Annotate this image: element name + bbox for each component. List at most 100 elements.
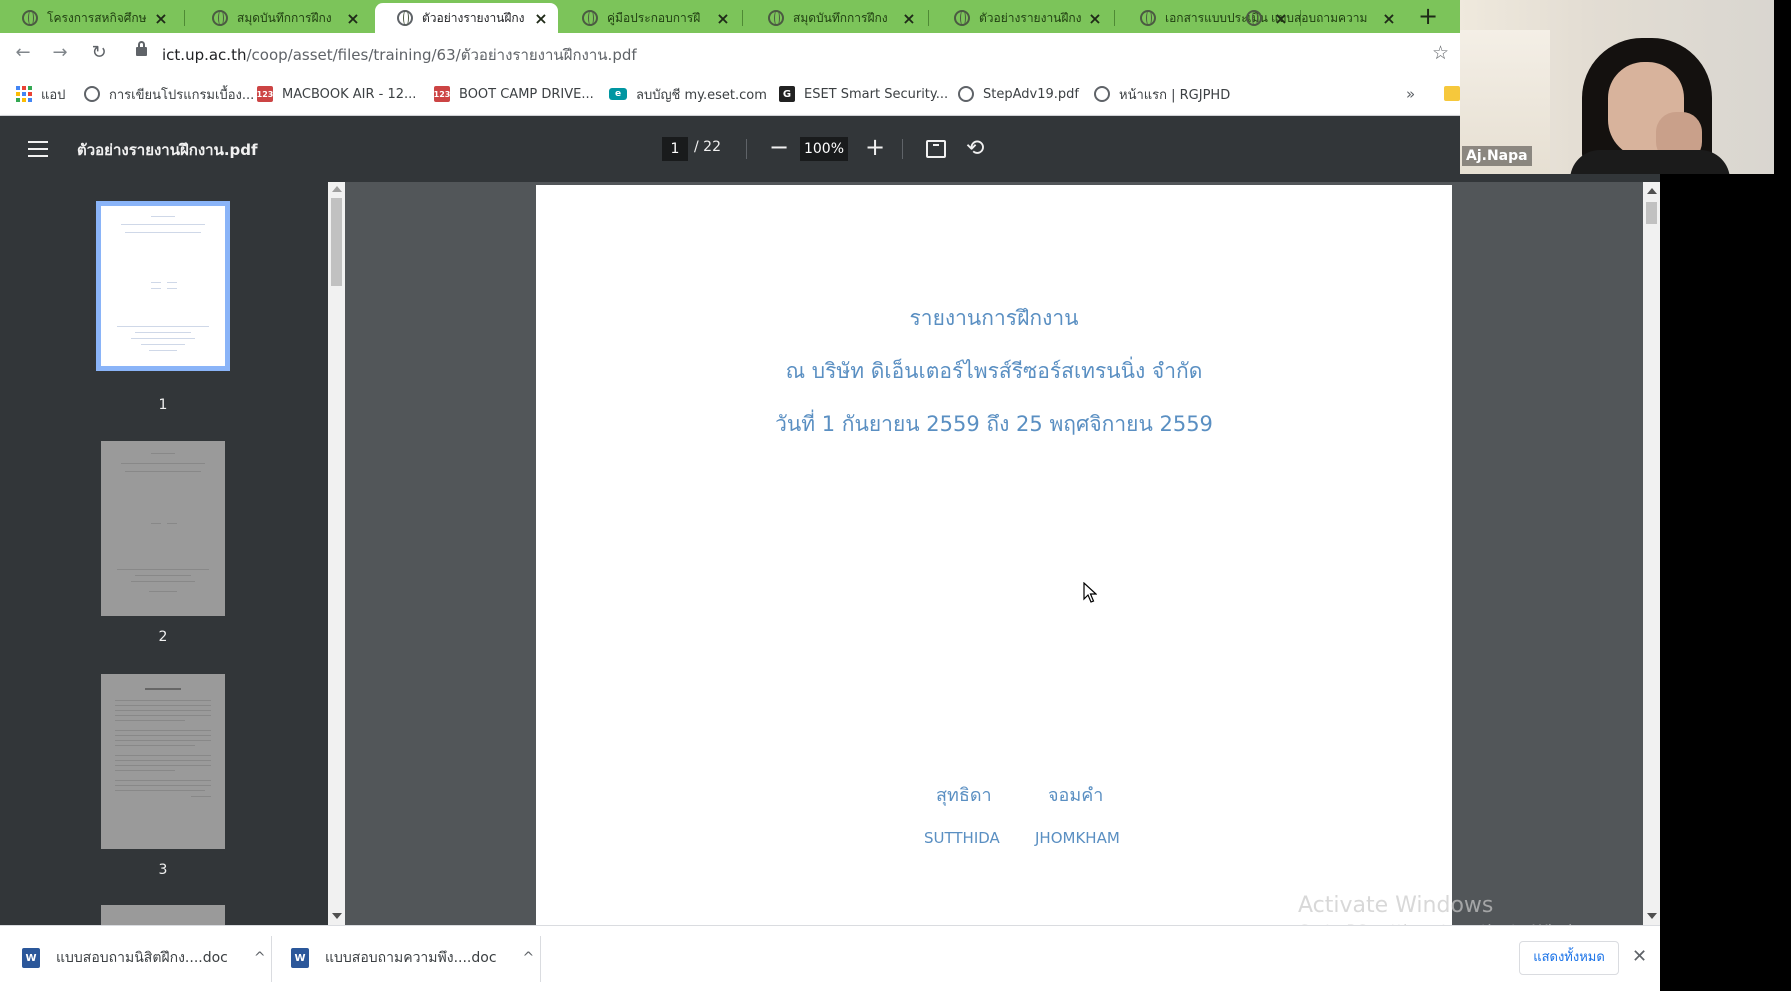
downloads-bar: W แบบสอบถามนิสิตฝึกง....doc ^ W แบบสอบถา… bbox=[0, 925, 1660, 991]
url-host: ict.up.ac.th bbox=[162, 46, 247, 64]
close-downloads-icon[interactable]: ✕ bbox=[1632, 946, 1647, 967]
tab-separator bbox=[184, 10, 185, 26]
thumbnail-number: 2 bbox=[158, 629, 168, 645]
webcam-participant-name: Aj.Napa bbox=[1462, 146, 1532, 166]
company-line: ณ บริษัท ดิเอ็นเตอร์ไพรส์รีซอร์สเทรนนิ่ง… bbox=[785, 359, 1203, 383]
zoom-level-input[interactable]: 100% bbox=[800, 137, 848, 161]
close-icon[interactable]: × bbox=[1088, 9, 1102, 28]
thumbnail-page-2[interactable] bbox=[101, 441, 225, 616]
bookmark-item[interactable]: StepAdv19.pdf bbox=[958, 84, 1079, 104]
activate-windows-watermark: Activate Windows bbox=[1298, 893, 1494, 918]
date-line: วันที่ 1 กันยายน 2559 ถึง 25 พฤศจิกายน 2… bbox=[775, 412, 1213, 436]
mouse-cursor-icon bbox=[1083, 582, 1097, 603]
name-en-first: SUTTHIDA bbox=[924, 829, 1000, 847]
tab-separator bbox=[742, 10, 743, 26]
zoom-out-icon[interactable]: − bbox=[764, 132, 794, 162]
tab-title: ตัวอย่างรายงานฝึกง bbox=[422, 10, 525, 25]
scroll-down-icon[interactable] bbox=[332, 913, 342, 919]
sidebar-scrollbar[interactable] bbox=[328, 182, 345, 925]
page-number-input[interactable]: 1 bbox=[662, 137, 688, 161]
bookmark-item[interactable]: e ลบบัญชี my.eset.com bbox=[609, 84, 767, 104]
toolbar-divider bbox=[902, 139, 903, 159]
chevron-up-icon[interactable]: ^ bbox=[254, 950, 266, 966]
thumbnail-page-3[interactable] bbox=[101, 674, 225, 849]
tab-title: ตัวอย่างรายงานฝึกง bbox=[979, 10, 1082, 25]
pdf-title: ตัวอย่างรายงานฝึกงาน.pdf bbox=[77, 141, 258, 159]
bookmark-apps[interactable]: แอป bbox=[16, 84, 65, 104]
address-toolbar: ← → ↻ ict.up.ac.th/coop/asset/files/trai… bbox=[0, 33, 1460, 73]
tab-4[interactable]: คู่มือประกอบการฝึ × bbox=[560, 3, 740, 33]
bookmark-star-icon[interactable]: ☆ bbox=[1432, 42, 1449, 64]
bookmark-item[interactable]: 123 MACBOOK AIR - 12... bbox=[257, 84, 416, 104]
forward-arrow-icon[interactable]: → bbox=[47, 40, 73, 66]
bookmarks-bar: แอป การเขียนโปรแกรมเบื้อง... 123 MACBOOK… bbox=[0, 73, 1460, 116]
bookmarks-more-button[interactable]: » bbox=[1406, 85, 1415, 103]
tab-title: โครงการสหกิจศึกษ bbox=[47, 10, 147, 25]
scroll-thumb[interactable] bbox=[331, 198, 342, 286]
bookmark-item[interactable]: G ESET Smart Security... bbox=[779, 84, 948, 104]
folder-icon[interactable] bbox=[1444, 86, 1460, 101]
thumbnail-sidebar: 1 2 3 bbox=[0, 182, 328, 925]
download-item-1[interactable]: W แบบสอบถามนิสิตฝึกง....doc ^ bbox=[22, 934, 266, 982]
globe-icon bbox=[397, 10, 413, 26]
name-th-last: จอมคำ bbox=[1048, 785, 1104, 806]
download-item-2[interactable]: W แบบสอบถามความพึง....doc ^ bbox=[291, 934, 534, 982]
tab-3-active[interactable]: ตัวอย่างรายงานฝึกง × bbox=[375, 3, 558, 33]
tab-1[interactable]: โครงการสหกิจศึกษ × bbox=[0, 3, 178, 33]
scroll-up-icon[interactable] bbox=[332, 186, 342, 192]
chevron-up-icon[interactable]: ^ bbox=[523, 950, 535, 966]
close-icon[interactable]: × bbox=[716, 9, 730, 28]
zoom-in-icon[interactable]: + bbox=[860, 132, 890, 162]
eset-icon: e bbox=[609, 88, 627, 100]
tab-6[interactable]: ตัวอย่างรายงานฝึกง × bbox=[932, 3, 1112, 33]
new-tab-button[interactable]: + bbox=[1414, 3, 1442, 31]
fit-to-page-icon[interactable] bbox=[926, 140, 946, 158]
scroll-thumb[interactable] bbox=[1646, 202, 1657, 224]
close-icon[interactable]: × bbox=[902, 9, 916, 28]
show-all-downloads-button[interactable]: แสดงทั้งหมด bbox=[1519, 941, 1619, 975]
reload-icon[interactable]: ↻ bbox=[86, 40, 112, 66]
close-icon[interactable]: × bbox=[1382, 9, 1396, 28]
thumbnail-page-1[interactable] bbox=[96, 201, 230, 371]
tab-separator bbox=[928, 10, 929, 26]
pdf-toolbar: ตัวอย่างรายงานฝึกงาน.pdf 1 / 22 − 100% +… bbox=[0, 116, 1660, 182]
toolbar-divider bbox=[746, 139, 747, 159]
tab-2[interactable]: สมุดบันทึกการฝึกง × bbox=[190, 3, 370, 33]
bookmark-item[interactable]: การเขียนโปรแกรมเบื้อง... bbox=[84, 84, 254, 104]
bookmark-item[interactable]: 123 BOOT CAMP DRIVE... bbox=[434, 84, 594, 104]
globe-icon bbox=[1094, 86, 1110, 102]
word-doc-icon: W bbox=[291, 948, 309, 968]
tab-strip: โครงการสหกิจศึกษ × สมุดบันทึกการฝึกง × ต… bbox=[0, 0, 1460, 33]
globe-icon bbox=[212, 10, 228, 26]
globe-icon bbox=[84, 86, 100, 102]
close-icon[interactable]: × bbox=[346, 9, 360, 28]
tab-title: สมุดบันทึกการฝึกง bbox=[793, 10, 888, 25]
pdf-page: รายงานการฝึกงาน ณ บริษัท ดิเอ็นเตอร์ไพรส… bbox=[536, 185, 1452, 925]
bookmark-label: ESET Smart Security... bbox=[804, 86, 949, 102]
back-arrow-icon[interactable]: ← bbox=[10, 40, 36, 66]
tab-separator bbox=[1114, 10, 1115, 26]
lock-icon[interactable] bbox=[136, 41, 147, 58]
document-scrollbar[interactable] bbox=[1643, 182, 1660, 925]
globe-icon bbox=[22, 10, 38, 26]
thumbnail-number: 3 bbox=[158, 862, 168, 878]
menu-icon[interactable] bbox=[28, 141, 48, 157]
download-divider bbox=[271, 936, 272, 982]
close-icon[interactable]: × bbox=[534, 9, 548, 28]
name-en-last: JHOMKHAM bbox=[1035, 829, 1120, 847]
thumbnail-page-4[interactable] bbox=[101, 905, 225, 925]
rotate-icon[interactable]: ⟲ bbox=[966, 136, 984, 161]
close-icon[interactable]: × bbox=[154, 9, 168, 28]
download-filename: แบบสอบถามความพึง....doc bbox=[325, 950, 497, 966]
bookmark-item[interactable]: หน้าแรก | RGJPHD bbox=[1094, 84, 1230, 104]
globe-icon bbox=[1246, 10, 1262, 26]
page-total: / 22 bbox=[694, 139, 721, 155]
thumbnail-number: 1 bbox=[158, 397, 168, 413]
scroll-down-icon[interactable] bbox=[1647, 913, 1657, 919]
url-input[interactable]: ict.up.ac.th/coop/asset/files/training/6… bbox=[162, 43, 637, 67]
scroll-up-icon[interactable] bbox=[1647, 188, 1657, 194]
tab-5[interactable]: สมุดบันทึกการฝึกง × bbox=[746, 3, 926, 33]
site-123-icon: 123 bbox=[257, 86, 273, 102]
tab-8[interactable]: แบบสอบถามความ × bbox=[1224, 3, 1406, 33]
bookmark-label: หน้าแรก | RGJPHD bbox=[1119, 87, 1231, 103]
